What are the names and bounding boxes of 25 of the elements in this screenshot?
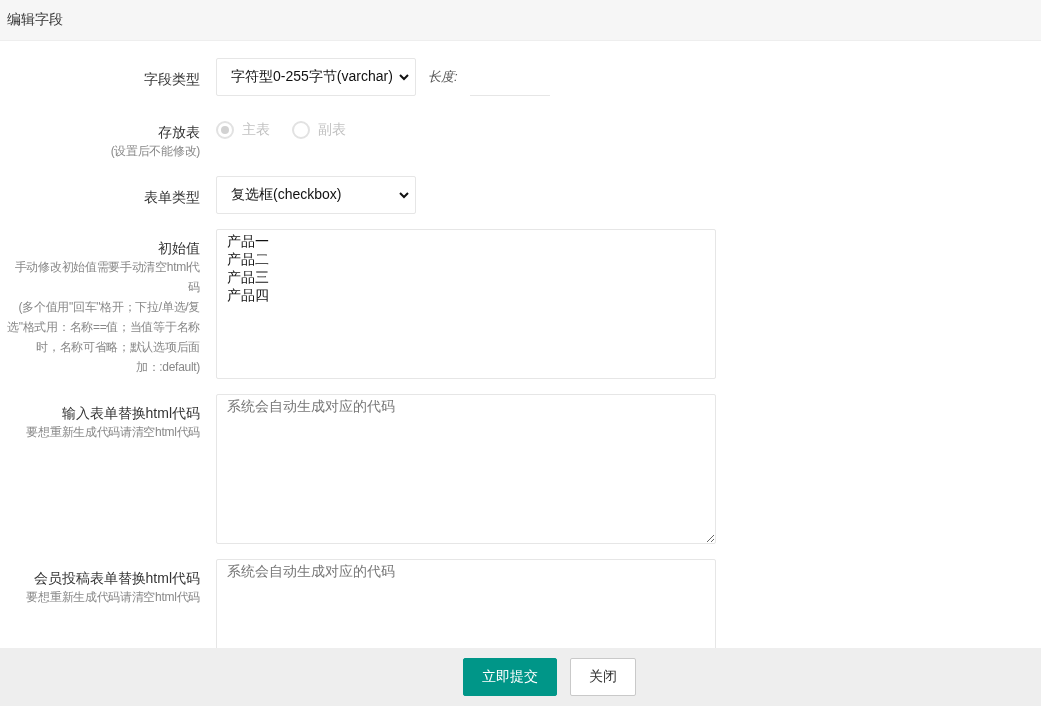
field-label: 字段类型 [144, 70, 200, 88]
select-field[interactable]: 复选框(checkbox) [216, 176, 416, 214]
field-label: 输入表单替换html代码 [61, 404, 200, 422]
text-line: 产品一 [227, 232, 270, 250]
field-label: 存放表 [158, 123, 200, 141]
caret-icon [399, 191, 409, 199]
field-label: 表单类型 [144, 188, 200, 206]
hint-text: 要想重新生成代码请清空html代码 [26, 589, 200, 606]
close-button[interactable]: 关闭 [570, 658, 636, 696]
select-field[interactable]: 字符型0-255字节(varchar) [216, 58, 416, 96]
hint-text: 手动修改初始值需要手动清空html代码 [13, 259, 200, 296]
field-label: 初始值 [158, 239, 200, 257]
page-title: 编辑字段 [7, 11, 63, 29]
submit-button[interactable]: 立即提交 [463, 658, 557, 696]
text-area[interactable]: 系统会自动生成对应的代码 [216, 394, 716, 544]
hint-text: 要想重新生成代码请清空html代码 [26, 424, 200, 441]
hint-text: (多个值用"回车"格开；下拉/单选/复选"格式用：名称==值；当值等于名称时，名称可省略；默认选项后面加：:default) [6, 299, 200, 376]
hint-text: (设置后不能修改) [110, 143, 200, 160]
text-area[interactable]: 产品一 产品二 产品三 产品四 [216, 229, 716, 379]
field-label: 会员投稿表单替换html代码 [33, 569, 200, 587]
text-line: 产品二 [227, 250, 270, 268]
length-label: 长度: [428, 68, 458, 86]
text-line: 产品四 [227, 286, 270, 304]
caret-icon [399, 73, 409, 81]
text-line: 产品三 [227, 268, 270, 286]
